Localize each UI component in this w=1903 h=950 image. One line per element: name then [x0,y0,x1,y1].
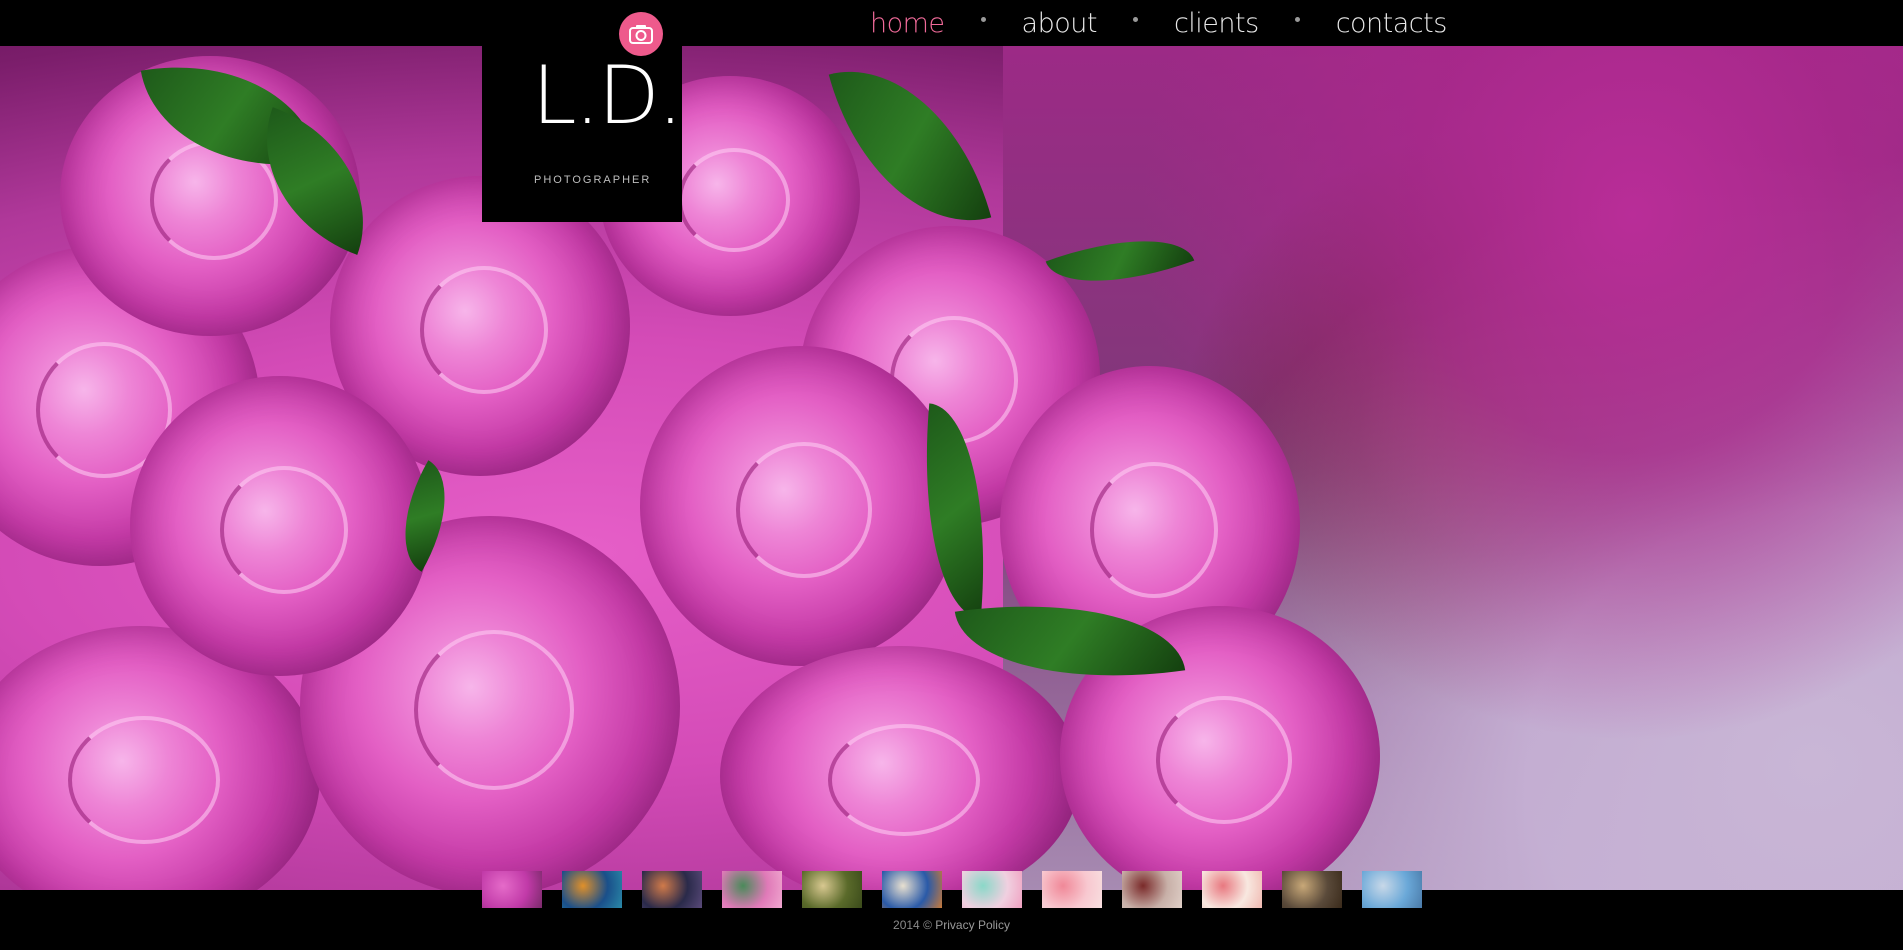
footer-year: 2014 [893,918,920,932]
painted-eggs-thumb[interactable] [882,871,942,908]
coral-reef-thumb[interactable] [562,871,622,908]
macaron-thumb[interactable] [1202,871,1262,908]
nav-home[interactable]: home [870,8,945,39]
pink-roses-thumb[interactable] [482,871,542,908]
pink-cake-thumb[interactable] [1042,871,1102,908]
rustic-wood-thumb[interactable] [1282,871,1342,908]
hero-slide-image [0,46,1903,890]
beach-thumb[interactable] [1362,871,1422,908]
tea-spices-thumb[interactable] [1122,871,1182,908]
rose [640,346,960,666]
lighthouse-sunset-thumb[interactable] [642,871,702,908]
footer-copyright: 2014 © Privacy Policy [0,918,1903,932]
nav-about[interactable]: about [1022,8,1098,39]
logo-subtitle: PHOTOGRAPHER [534,174,652,186]
sign-thumb[interactable] [802,871,862,908]
copyright-symbol: © [923,918,932,932]
logo-mark: L.D. [532,49,683,142]
rose [720,646,1080,890]
main-nav: home about clients contacts [870,0,1447,46]
top-nav-bar: home about clients contacts [0,0,1903,46]
nav-separator-dot [980,16,986,22]
rose [130,376,430,676]
nav-clients[interactable]: clients [1174,8,1259,39]
nav-contacts[interactable]: contacts [1336,8,1448,39]
nav-separator-dot [1294,16,1300,22]
camera-icon-glyph [629,25,653,44]
nav-separator-dot [1132,16,1138,22]
cupcake-thumb[interactable] [962,871,1022,908]
site-logo[interactable]: L.D. PHOTOGRAPHER [482,46,683,222]
page: home about clients contacts L.D. PHOTOGR… [0,0,1903,950]
tulips-thumb[interactable] [722,871,782,908]
privacy-policy-link[interactable]: Privacy Policy [935,918,1010,932]
thumbnail-strip [482,871,1422,909]
camera-icon [619,12,663,56]
